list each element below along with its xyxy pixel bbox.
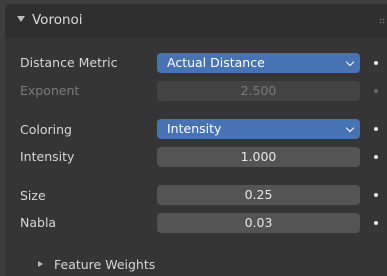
distance-metric-value: Actual Distance <box>167 55 265 70</box>
intensity-field[interactable]: 1.000 <box>157 147 360 167</box>
chevron-down-icon <box>345 57 355 67</box>
keyframe-dot-icon[interactable] <box>374 155 378 159</box>
nabla-field[interactable]: 0.03 <box>157 213 360 233</box>
exponent-field[interactable]: 2.500 <box>157 81 360 101</box>
coloring-label: Coloring <box>20 122 72 137</box>
collapse-arrow-icon[interactable] <box>17 16 25 22</box>
keyframe-dot-icon[interactable] <box>374 127 378 131</box>
drag-grip-icon[interactable] <box>379 18 385 24</box>
distance-metric-dropdown[interactable]: Actual Distance <box>157 53 360 73</box>
chevron-down-icon <box>345 123 355 133</box>
nabla-label: Nabla <box>20 215 57 230</box>
panel-header[interactable]: Voronoi <box>5 4 387 38</box>
keyframe-dot-icon[interactable] <box>374 193 378 197</box>
distance-metric-label: Distance Metric <box>20 55 118 70</box>
coloring-dropdown[interactable]: Intensity <box>157 119 360 139</box>
intensity-label: Intensity <box>20 149 75 164</box>
size-label: Size <box>20 188 46 203</box>
panel-title: Voronoi <box>32 12 83 28</box>
size-field[interactable]: 0.25 <box>157 185 360 205</box>
feature-weights-subpanel-header[interactable]: Feature Weights <box>54 257 155 272</box>
coloring-value: Intensity <box>167 121 222 136</box>
expand-arrow-icon[interactable] <box>38 261 43 267</box>
keyframe-dot-icon[interactable] <box>374 89 378 93</box>
exponent-label: Exponent <box>20 83 80 98</box>
keyframe-dot-icon[interactable] <box>374 221 378 225</box>
keyframe-dot-icon[interactable] <box>374 61 378 65</box>
voronoi-panel <box>5 4 387 276</box>
